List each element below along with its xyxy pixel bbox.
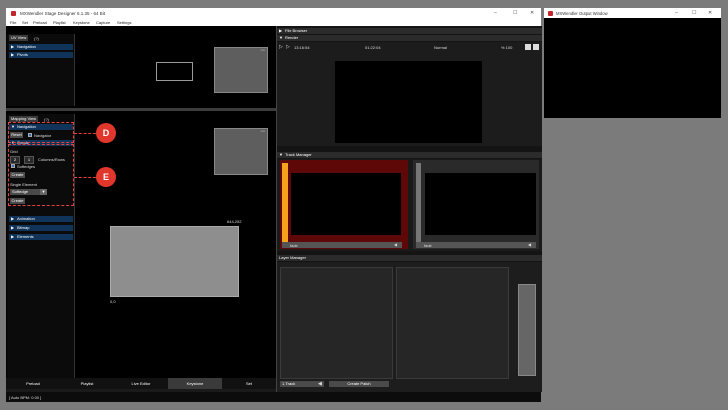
collapse-arrow-icon: ▼ [279, 152, 283, 157]
expand-arrow-icon: ▶ [11, 52, 15, 57]
animation-header[interactable]: ▶ Animation [9, 216, 73, 222]
menu-file[interactable]: File [10, 20, 16, 25]
output-title-bar: MXWendler Output Window – ☐ ✕ [544, 8, 721, 18]
track-1[interactable]: fade ◀ [280, 160, 408, 249]
output-minimize-button[interactable]: – [675, 10, 678, 16]
status-bar: [ Auto BPM: 0.00 ] [6, 392, 541, 402]
mapping-preview: ▫▫▫▫ [214, 128, 268, 175]
bitmap-header[interactable]: ▶ Bitmap [9, 225, 73, 231]
tab-preload[interactable]: Preload [6, 378, 60, 389]
window-title: MXWendler Stage Designer 6.1.35 - 64 Bit [20, 11, 105, 16]
output-window-title: MXWendler Output Window [556, 11, 608, 16]
layer-manager-panel: 1.Track ◀ Create Patch [277, 262, 542, 392]
app-icon [11, 11, 16, 16]
title-bar: MXWendler Stage Designer 6.1.35 - 64 Bit… [6, 8, 541, 19]
track-1-transition[interactable]: fade ◀ [282, 242, 402, 248]
play-icon[interactable]: ▷ [279, 44, 283, 50]
tab-set[interactable]: Set [222, 378, 276, 389]
surface-bottom-left-coord: 0,0 [110, 299, 116, 304]
create-patch-button[interactable]: Create Patch [329, 381, 389, 387]
track-2-fader[interactable] [416, 163, 421, 243]
track-manager-header[interactable]: ▼ Track Manager [277, 152, 542, 158]
tab-keystone[interactable]: Keystone [168, 378, 222, 389]
expand-arrow-icon: ▶ [11, 44, 15, 49]
render-zoom: % 100 [501, 45, 513, 50]
menu-set[interactable]: Set [22, 20, 28, 25]
close-button[interactable]: ✕ [530, 10, 534, 16]
menu-capture[interactable]: Capture [96, 20, 110, 25]
elements-header[interactable]: ▶ Elements [9, 234, 73, 240]
uv-tab-count: (?) [34, 36, 39, 41]
preview-options-icon[interactable]: ▫▫▫▫ [261, 48, 265, 52]
uv-outline-rect[interactable] [156, 62, 193, 81]
bpm-status: [ Auto BPM: 0.00 ] [9, 395, 42, 400]
track-2-preview [425, 173, 536, 235]
view-splitter[interactable] [6, 108, 276, 111]
track-2[interactable]: fade ◀ [413, 160, 539, 249]
file-browser-header[interactable]: ▶ File Browser [277, 28, 542, 34]
mapping-surface[interactable] [110, 226, 239, 297]
track-2-transition[interactable]: fade ◀ [416, 242, 536, 248]
render-time-mid: 01:22:04 [365, 45, 381, 50]
render-header[interactable]: ▼ Render [277, 35, 542, 41]
callout-d-badge: D [96, 123, 116, 143]
render-mode[interactable]: Normal [434, 45, 447, 50]
uv-pivots-header[interactable]: ▶ Pivots [9, 52, 73, 58]
callout-e-badge: E [96, 167, 116, 187]
tab-live-editor[interactable]: Live Editor [114, 378, 168, 389]
main-window: MXWendler Stage Designer 6.1.35 - 64 Bit… [6, 8, 542, 402]
bottom-tab-bar: Preload Playlist Live Editor Keystone Se… [6, 378, 276, 389]
uv-navigation-header[interactable]: ▶ Navigation [9, 44, 73, 50]
editor-pane: UV View (?) ▶ Navigation ▶ Pivots ▫▫▫▫ M… [6, 26, 276, 384]
track-1-fader[interactable] [282, 163, 288, 243]
expand-arrow-icon: ▶ [279, 28, 283, 33]
surface-top-right-coord: 644,252 [227, 219, 242, 224]
menu-preload[interactable]: Preload [33, 20, 47, 25]
minimize-button[interactable]: – [494, 10, 497, 16]
layer-scroll-strip[interactable] [518, 284, 536, 376]
app-icon [548, 11, 553, 16]
layer-slot-1[interactable] [280, 267, 393, 379]
fullscreen-icon[interactable] [525, 44, 531, 50]
right-pane: ▶ File Browser ▼ Render ▷ ▷ 13:16:54 01:… [276, 26, 542, 392]
callout-e-line [74, 177, 96, 178]
layer-manager-header[interactable]: Layer Manager [277, 255, 542, 261]
callout-e-box [8, 144, 74, 206]
uv-preview: ▫▫▫▫ [214, 47, 268, 93]
expand-arrow-icon: ▶ [11, 234, 15, 239]
menu-settings[interactable]: Settings [117, 20, 131, 25]
chevron-left-icon[interactable]: ◀ [318, 381, 322, 387]
layer-slot-2[interactable] [396, 267, 509, 379]
render-panel: ▷ ▷ 13:16:54 01:22:04 Normal % 100 [277, 42, 542, 146]
expand-arrow-icon: ▶ [11, 225, 15, 230]
maximize-button[interactable]: ☐ [513, 10, 517, 16]
track-manager-panel: fade ◀ fade ◀ [277, 159, 542, 251]
menu-playlist[interactable]: Playlist [53, 20, 66, 25]
collapse-arrow-icon: ▼ [279, 35, 283, 40]
output-window: MXWendler Output Window – ☐ ✕ [544, 8, 721, 118]
render-time-left: 13:16:54 [294, 45, 310, 50]
tab-uv-view[interactable]: UV View [9, 35, 29, 41]
output-maximize-button[interactable]: ☐ [692, 10, 696, 16]
expand-arrow-icon: ▶ [11, 216, 15, 221]
output-close-button[interactable]: ✕ [708, 10, 712, 16]
track-1-preview [291, 173, 401, 235]
detach-icon[interactable] [533, 44, 539, 50]
menu-keystone[interactable]: Keystone [73, 20, 90, 25]
preview-options-icon[interactable]: ▫▫▫▫ [261, 129, 265, 133]
render-preview [335, 61, 482, 143]
tab-playlist[interactable]: Playlist [60, 378, 114, 389]
callout-d-line [74, 133, 96, 134]
callout-d-box [8, 122, 74, 143]
chevron-left-icon[interactable]: ◀ [394, 242, 397, 247]
play-icon[interactable]: ▷ [286, 44, 290, 50]
chevron-left-icon[interactable]: ◀ [528, 242, 531, 247]
